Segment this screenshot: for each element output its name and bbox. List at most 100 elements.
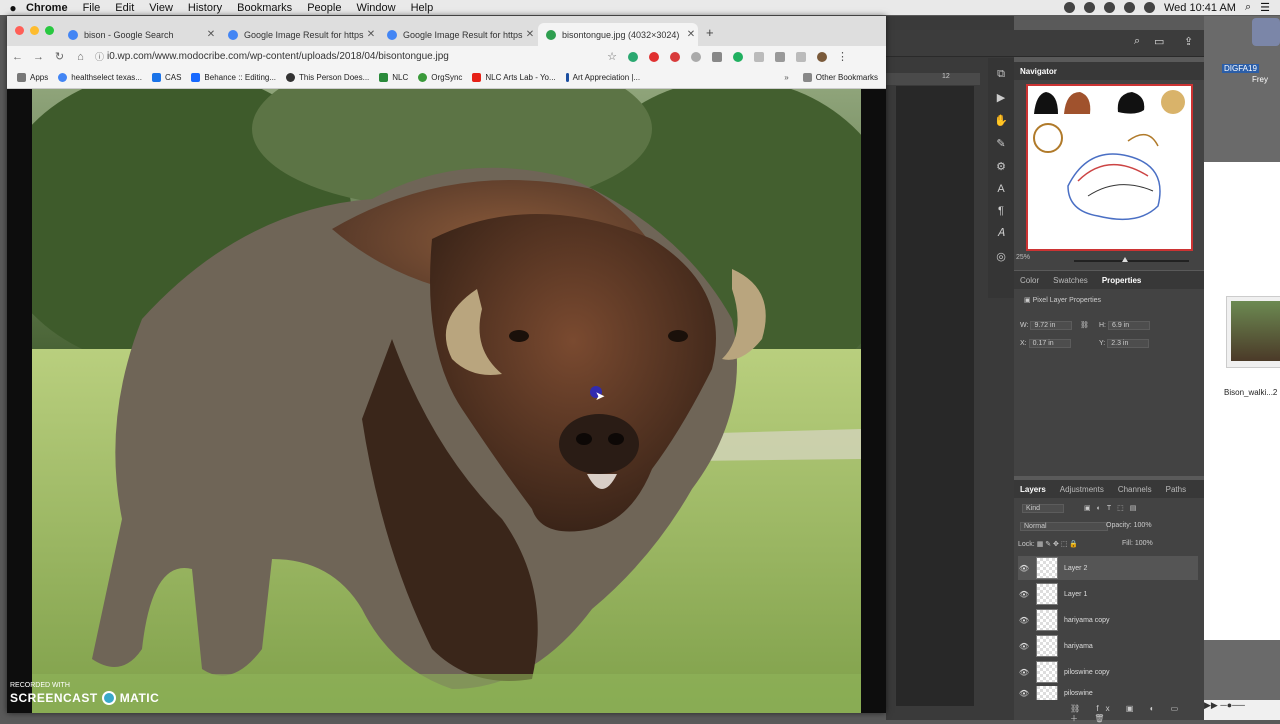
extension-icon[interactable] xyxy=(670,51,680,62)
blend-mode-select[interactable]: Normal xyxy=(1020,522,1108,531)
more-bookmarks-button[interactable]: » xyxy=(784,73,788,82)
menu-bookmarks[interactable]: Bookmarks xyxy=(237,2,292,14)
brush-icon[interactable]: ✎ xyxy=(996,137,1005,150)
sync-icon[interactable] xyxy=(1104,2,1115,13)
tab-channels[interactable]: Channels xyxy=(1118,485,1152,494)
spotlight-icon[interactable]: ⌕ xyxy=(1245,1,1251,14)
3d-icon[interactable]: ◎ xyxy=(996,250,1006,263)
menu-history[interactable]: History xyxy=(188,2,222,14)
extension-icon[interactable] xyxy=(712,51,722,62)
tab-properties[interactable]: Properties xyxy=(1102,276,1142,285)
layer-name[interactable]: hariyama copy xyxy=(1064,617,1110,624)
shield-icon[interactable] xyxy=(1084,2,1095,13)
other-bookmarks[interactable]: Other Bookmarks xyxy=(802,73,878,82)
reload-icon[interactable]: ↻ xyxy=(49,50,70,63)
apple-icon[interactable]: ● xyxy=(0,1,26,15)
close-window-icon[interactable] xyxy=(15,26,24,35)
close-tab-icon[interactable]: ✕ xyxy=(684,29,698,40)
file-label[interactable]: Bison_walki...2 xyxy=(1224,388,1277,397)
tab-image-result-1[interactable]: Google Image Result for https: ✕ xyxy=(220,23,378,46)
bookmark-this-person[interactable]: This Person Does... xyxy=(286,73,369,82)
menu-window[interactable]: Window xyxy=(356,2,395,14)
search-icon[interactable]: ⌕ xyxy=(1134,35,1140,48)
history-icon[interactable]: ⧉ xyxy=(997,68,1005,81)
height-field[interactable]: 6.9 in xyxy=(1108,321,1150,330)
eye-icon[interactable]: 👁 xyxy=(1018,668,1030,677)
tab-swatches[interactable]: Swatches xyxy=(1053,276,1088,285)
y-field[interactable]: 2.3 in xyxy=(1107,339,1150,348)
maximize-window-icon[interactable] xyxy=(45,26,54,35)
tab-color[interactable]: Color xyxy=(1020,276,1039,285)
navigator-zoom-slider[interactable] xyxy=(1074,257,1189,262)
share-icon[interactable]: ⇪ xyxy=(1184,35,1193,48)
bookmark-art-appreciation[interactable]: Art Appreciation |... xyxy=(565,73,640,82)
forward-icon[interactable]: → xyxy=(28,51,49,63)
width-field[interactable]: 9.72 in xyxy=(1030,321,1073,330)
layer-row[interactable]: 👁 Layer 1 xyxy=(1018,582,1198,606)
play-icon[interactable]: ▶ xyxy=(997,91,1005,104)
adjust-icon[interactable]: ⚙ xyxy=(996,160,1006,173)
navigator-thumbnail[interactable] xyxy=(1026,84,1193,251)
paragraph-icon[interactable]: ¶ xyxy=(998,205,1004,217)
home-icon[interactable]: ⌂ xyxy=(70,51,91,63)
eye-icon[interactable]: 👁 xyxy=(1018,642,1030,651)
url-text[interactable]: i0.wp.com/www.modocribe.com/wp-content/u… xyxy=(107,51,449,62)
menu-app-chrome[interactable]: Chrome xyxy=(26,2,68,14)
eye-icon[interactable]: 👁 xyxy=(1018,689,1030,698)
navigator-zoom-value[interactable]: 25% xyxy=(1016,254,1030,261)
eye-icon[interactable]: 👁 xyxy=(1018,564,1030,573)
menu-people[interactable]: People xyxy=(307,2,341,14)
playback-bar[interactable]: ▶▶ ─●── xyxy=(1204,700,1280,720)
close-tab-icon[interactable]: ✕ xyxy=(364,29,378,40)
tab-bison-search[interactable]: bison - Google Search ✕ xyxy=(60,23,218,46)
fill-field[interactable]: 100% xyxy=(1135,540,1153,547)
tab-bisontongue[interactable]: bisontongue.jpg (4032×3024) ✕ xyxy=(538,23,698,46)
bookmark-behance[interactable]: Behance :: Editing... xyxy=(191,73,276,82)
tab-navigator[interactable]: Navigator xyxy=(1020,67,1057,76)
layer-row[interactable]: 👁 piloswine xyxy=(1018,686,1198,700)
menu-edit[interactable]: Edit xyxy=(115,2,134,14)
layer-name[interactable]: hariyama xyxy=(1064,643,1093,650)
file-icon[interactable] xyxy=(1226,296,1280,368)
layer-row[interactable]: 👁 hariyama copy xyxy=(1018,608,1198,632)
layer-name[interactable]: piloswine xyxy=(1064,690,1093,697)
layer-row[interactable]: 👁 Layer 2 xyxy=(1018,556,1198,580)
menubar-clock[interactable]: Wed 10:41 AM xyxy=(1164,2,1236,14)
layer-name[interactable]: Layer 1 xyxy=(1064,591,1087,598)
bookmark-cas[interactable]: CAS xyxy=(151,73,181,82)
layer-row[interactable]: 👁 hariyama xyxy=(1018,634,1198,658)
layer-name[interactable]: Layer 2 xyxy=(1064,565,1087,572)
tab-layers[interactable]: Layers xyxy=(1020,485,1046,494)
slider-handle[interactable] xyxy=(1122,257,1128,262)
extension-icon[interactable] xyxy=(754,51,764,62)
back-icon[interactable]: ← xyxy=(7,51,28,63)
close-tab-icon[interactable]: ✕ xyxy=(204,29,218,40)
eye-icon[interactable]: 👁 xyxy=(1018,590,1030,599)
menu-dots-icon[interactable]: ⋮ xyxy=(837,50,848,63)
lock-icons[interactable]: ▦ ✎ ✥ ⬚ 🔒 xyxy=(1037,541,1078,548)
glyph-icon[interactable]: 𝐴 xyxy=(997,227,1004,240)
extension-icon[interactable] xyxy=(628,51,638,62)
tab-image-result-2[interactable]: Google Image Result for https: ✕ xyxy=(379,23,537,46)
opacity-field[interactable]: 100% xyxy=(1134,522,1152,529)
disk-label[interactable]: DIGFA19 xyxy=(1222,64,1259,73)
eye-icon[interactable]: 👁 xyxy=(1018,616,1030,625)
bookmark-apps[interactable]: Apps xyxy=(17,73,48,82)
pocket-icon[interactable] xyxy=(691,51,701,62)
extension-icon[interactable] xyxy=(796,51,806,62)
desktop-photo-icon[interactable] xyxy=(1252,18,1280,46)
wifi-icon[interactable] xyxy=(1124,2,1135,13)
tab-adjustments[interactable]: Adjustments xyxy=(1060,485,1104,494)
address-bar[interactable]: ⓘ i0.wp.com/www.modocribe.com/wp-content… xyxy=(95,48,617,65)
bison-image[interactable]: ➤ xyxy=(32,89,861,713)
new-tab-button[interactable]: + xyxy=(706,25,714,40)
document-canvas[interactable] xyxy=(896,86,974,706)
close-tab-icon[interactable]: ✕ xyxy=(523,29,537,40)
menu-help[interactable]: Help xyxy=(411,2,434,14)
bookmark-orgsync[interactable]: OrgSync xyxy=(418,73,462,82)
battery-icon[interactable] xyxy=(1144,2,1155,13)
layer-name[interactable]: piloswine copy xyxy=(1064,669,1110,676)
minimize-window-icon[interactable] xyxy=(30,26,39,35)
extension-icon[interactable] xyxy=(733,51,743,62)
hand-icon[interactable]: ✋ xyxy=(994,114,1008,127)
